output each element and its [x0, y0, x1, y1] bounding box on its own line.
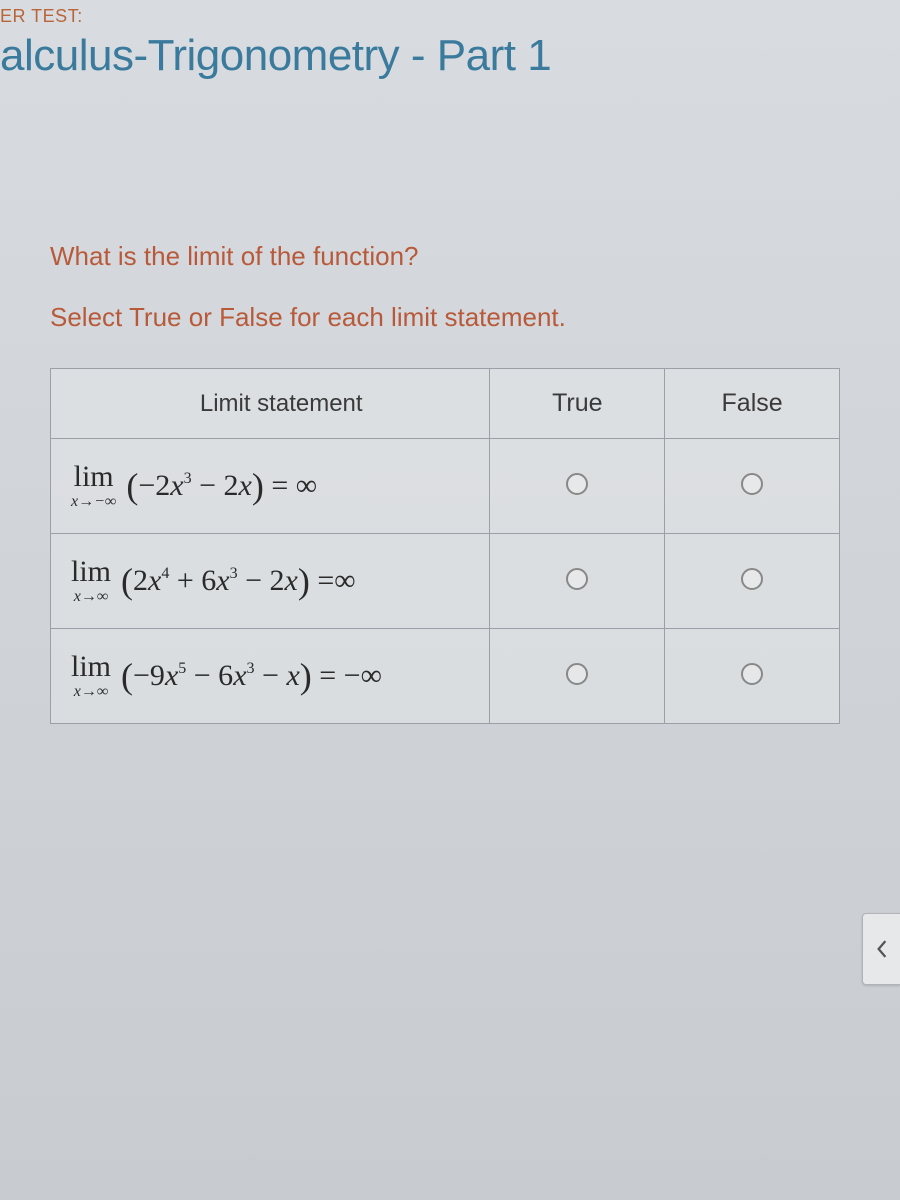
header-false: False [665, 369, 840, 439]
radio-false-3[interactable] [741, 663, 763, 685]
header-true: True [490, 369, 665, 439]
question-instruction: Select True or False for each limit stat… [50, 302, 860, 333]
radio-false-1[interactable] [741, 473, 763, 495]
question-prompt: What is the limit of the function? [50, 241, 860, 272]
limit-statement-3: lim x→∞ (−9x5 − 6x3 − x) = −∞ [51, 629, 490, 724]
radio-true-3[interactable] [566, 663, 588, 685]
page-title: alculus-Trigonometry - Part 1 [0, 29, 900, 91]
table-header-row: Limit statement True False [51, 369, 840, 439]
test-label: ER TEST: [0, 0, 900, 29]
header-statement: Limit statement [51, 369, 490, 439]
question-block: What is the limit of the function? Selec… [0, 241, 900, 724]
radio-true-1[interactable] [566, 473, 588, 495]
radio-false-2[interactable] [741, 568, 763, 590]
table-row: lim x→∞ (2x4 + 6x3 − 2x) =∞ [51, 534, 840, 629]
limit-statement-2: lim x→∞ (2x4 + 6x3 − 2x) =∞ [51, 534, 490, 629]
previous-arrow-button[interactable] [862, 913, 900, 985]
radio-true-2[interactable] [566, 568, 588, 590]
chevron-left-icon [875, 940, 889, 958]
limits-table: Limit statement True False lim x→−∞ (−2x… [50, 368, 840, 724]
table-row: lim x→−∞ (−2x3 − 2x) = ∞ [51, 439, 840, 534]
table-row: lim x→∞ (−9x5 − 6x3 − x) = −∞ [51, 629, 840, 724]
limit-statement-1: lim x→−∞ (−2x3 − 2x) = ∞ [51, 439, 490, 534]
